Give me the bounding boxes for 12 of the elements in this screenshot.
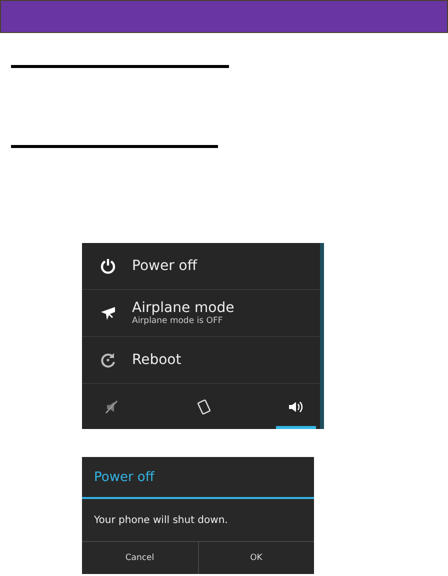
menu-item-subtitle: Airplane mode is OFF	[132, 316, 224, 326]
menu-item-title: Reboot	[132, 352, 182, 368]
dialog-message: Your phone will shut down.	[93, 514, 229, 528]
menu-item-title: Power off	[132, 258, 197, 274]
vibrate-icon	[197, 398, 211, 414]
power-icon	[100, 258, 116, 274]
dialog-title: Power off	[82, 457, 314, 499]
menu-item-title: Airplane mode	[132, 300, 234, 316]
airplane-icon	[100, 305, 116, 321]
muted-speaker-icon	[105, 400, 119, 414]
reboot-icon	[100, 352, 116, 368]
speaker-icon	[288, 400, 304, 414]
